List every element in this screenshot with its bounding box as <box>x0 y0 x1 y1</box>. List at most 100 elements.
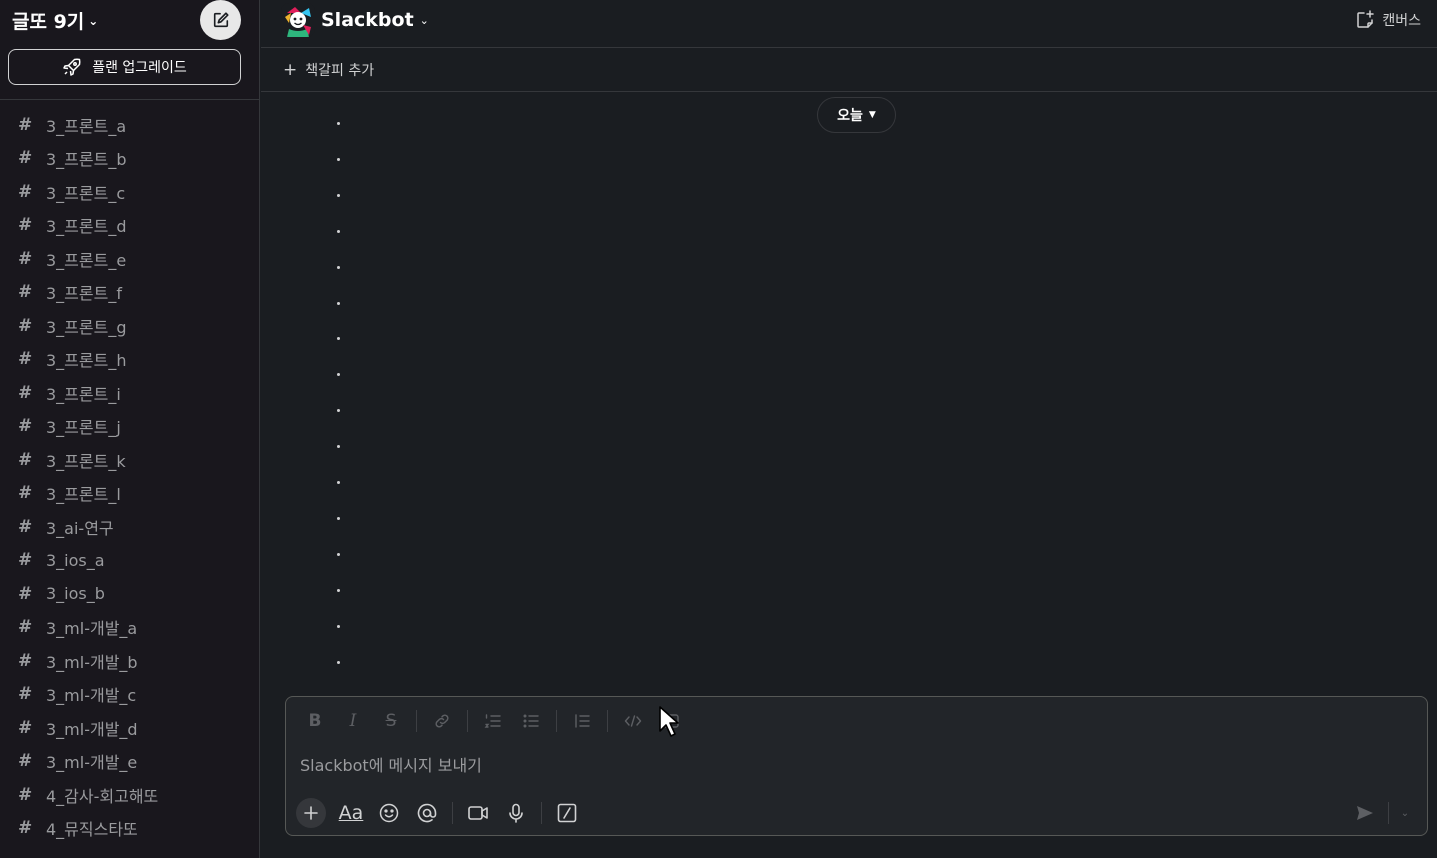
message-placeholder-dot <box>337 481 340 484</box>
message-placeholder-dot <box>337 229 340 233</box>
channel-label: 3_프론트_k <box>46 451 126 471</box>
channel-label: 3_ml-개발_e <box>46 753 138 773</box>
channel-label: 3_프론트_j <box>46 418 121 438</box>
upgrade-plan-button[interactable]: 플랜 업그레이드 <box>8 49 241 85</box>
bulleted-list-icon <box>523 714 539 728</box>
attach-button[interactable] <box>296 798 326 828</box>
hash-icon: # <box>18 751 33 772</box>
hash-icon: # <box>18 684 33 705</box>
sidebar-channel-item[interactable]: #3_프론트_d <box>0 209 259 243</box>
sidebar-channel-item[interactable]: #3_ml-개발_d <box>0 711 259 745</box>
sidebar-channel-item[interactable]: #3_프론트_a <box>0 108 259 142</box>
channel-label: 3_프론트_l <box>46 485 121 505</box>
message-placeholder-dot <box>337 122 340 125</box>
sidebar-channel-item[interactable]: #3_프론트_l <box>0 477 259 511</box>
channel-label: 3_프론트_h <box>46 351 127 371</box>
sidebar-channel-item[interactable]: #3_프론트_k <box>0 443 259 477</box>
slash-command-icon <box>557 803 577 823</box>
sidebar-channel-item[interactable]: #3_ml-개발_b <box>0 644 259 678</box>
slash-command-button[interactable] <box>548 798 586 828</box>
channel-label: 3_프론트_c <box>46 183 126 203</box>
sidebar-channel-item[interactable]: #3_프론트_h <box>0 343 259 377</box>
hash-icon: # <box>18 516 33 537</box>
bold-icon: B <box>308 711 322 731</box>
slack-app: 글또 9기 ⌄ 플랜 업그레이드 #3_프론트_a # 3_프론트_b # 3_… <box>0 0 1437 858</box>
microphone-icon <box>509 803 523 823</box>
hash-icon: # <box>18 148 33 169</box>
hash-icon: # <box>18 382 33 403</box>
blockquote-icon <box>575 714 590 728</box>
channel-label: 3_ml-개발_a <box>46 619 138 639</box>
sidebar-channel-item[interactable]: #3_ios_a <box>0 544 259 578</box>
ordered-list-button[interactable] <box>474 705 512 737</box>
sidebar-channel-item[interactable]: #3_ml-개발_c <box>0 678 259 712</box>
channel-label: 3_프론트_f <box>46 284 122 304</box>
audio-clip-button[interactable] <box>497 798 535 828</box>
text-format-icon: Aa <box>338 802 364 824</box>
hash-icon: # <box>18 248 33 269</box>
blockquote-button[interactable] <box>563 705 601 737</box>
code-block-icon <box>663 714 679 728</box>
code-button[interactable] <box>614 705 652 737</box>
message-input[interactable] <box>300 753 1400 777</box>
mention-icon <box>417 803 437 823</box>
sidebar-channel-item[interactable]: #3_프론트_i <box>0 376 259 410</box>
sidebar-channel-item[interactable]: #3_ios_b <box>0 577 259 611</box>
sidebar-channel-item[interactable]: #4_뮤직스타또 <box>0 812 259 846</box>
canvas-button[interactable]: 캔버스 <box>1354 7 1421 33</box>
video-clip-button[interactable] <box>459 798 497 828</box>
strikethrough-button[interactable]: S <box>372 705 410 737</box>
workspace-switcher[interactable]: 글또 9기 ⌄ <box>12 6 98 34</box>
compose-icon <box>213 12 229 28</box>
bookmark-bar: + 책갈피 추가 <box>261 48 1437 92</box>
sidebar-channel-item[interactable]: #3_ml-개발_a <box>0 611 259 645</box>
sidebar-channel-item[interactable]: #4_감사-회고해또 <box>0 778 259 812</box>
sidebar-channel-item[interactable]: #3_프론트_c <box>0 175 259 209</box>
conversation-title-button[interactable]: Slackbot ⌄ <box>281 3 429 37</box>
hash-icon: # <box>18 583 33 604</box>
sidebar: 글또 9기 ⌄ 플랜 업그레이드 #3_프론트_a # 3_프론트_b # 3_… <box>0 0 260 858</box>
message-placeholder-dot <box>337 301 340 305</box>
sidebar-channel-item[interactable]: #3_프론트_f <box>0 276 259 310</box>
channel-label: 3_ml-개발_b <box>46 652 138 672</box>
code-icon <box>624 715 642 727</box>
message-placeholder-dot <box>337 265 340 269</box>
add-bookmark-button[interactable]: + 책갈피 추가 <box>283 59 374 81</box>
sidebar-channel-item[interactable]: #3_ai-연구 <box>0 510 259 544</box>
send-button[interactable] <box>1348 798 1382 828</box>
hash-icon: # <box>18 114 33 135</box>
message-composer: B I S Slackbot에 메시지 보내기 Aa ⌄ <box>285 696 1428 836</box>
sidebar-channel-item[interactable]: #3_프론트_e <box>0 242 259 276</box>
ordered-list-icon <box>484 714 501 728</box>
toolbar-separator <box>467 710 468 732</box>
compose-button[interactable] <box>200 0 241 40</box>
code-block-button[interactable] <box>652 705 690 737</box>
bulleted-list-button[interactable] <box>512 705 550 737</box>
video-camera-icon <box>468 806 488 820</box>
canvas-icon <box>1357 10 1375 28</box>
hash-icon: # <box>18 349 33 370</box>
hash-icon: # <box>18 483 33 504</box>
italic-button[interactable]: I <box>334 705 372 737</box>
toolbar-separator <box>556 710 557 732</box>
sidebar-channel-item[interactable]: #3_프론트_b <box>0 142 259 176</box>
emoji-button[interactable] <box>370 798 408 828</box>
message-placeholder-dot <box>337 193 340 197</box>
main-panel: Slackbot ⌄ 캔버스 + 책갈피 추가 오늘 ▼ B I S Slack… <box>261 0 1437 858</box>
plus-icon: + <box>283 60 298 80</box>
sidebar-channel-item[interactable]: #3_ml-개발_e <box>0 745 259 779</box>
schedule-send-button[interactable]: ⌄ <box>1395 798 1415 828</box>
toolbar-separator <box>541 802 542 824</box>
link-button[interactable] <box>423 705 461 737</box>
message-placeholder-dot <box>337 157 340 161</box>
sidebar-channel-item[interactable]: #3_프론트_g <box>0 309 259 343</box>
mention-button[interactable] <box>408 798 446 828</box>
add-bookmark-label: 책갈피 추가 <box>305 63 375 79</box>
channel-label: 3_ios_a <box>46 550 105 570</box>
sidebar-channel-item[interactable]: #3_프론트_j <box>0 410 259 444</box>
chevron-down-icon: ⌄ <box>88 14 99 28</box>
formatting-toggle-button[interactable]: Aa <box>332 798 370 828</box>
bold-button[interactable]: B <box>296 705 334 737</box>
channel-list: #3_프론트_a #3_프론트_b #3_프론트_c #3_프론트_d #3_프론트_e… <box>0 108 259 846</box>
day-divider-button[interactable]: 오늘 ▼ <box>817 97 896 133</box>
